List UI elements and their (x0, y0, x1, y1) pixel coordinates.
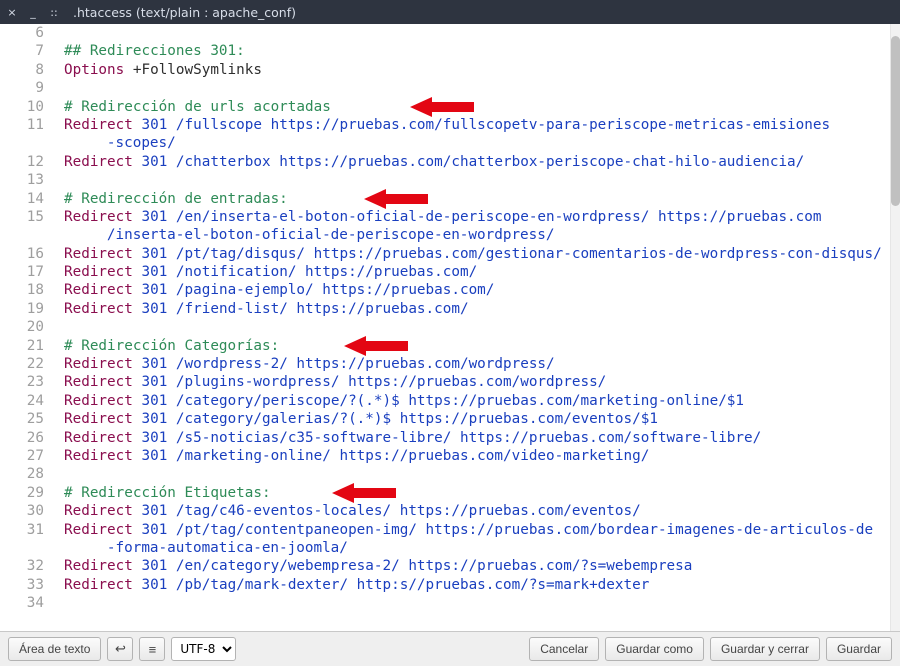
line-number: 10 (0, 98, 44, 116)
wrap-toggle-icon[interactable]: ↩ (107, 637, 133, 661)
code-editor[interactable]: 67891011 12131415 161718192021222324252627… (0, 24, 900, 631)
line-number: 15 (0, 208, 44, 226)
line-number: 11 (0, 116, 44, 134)
line-number: 23 (0, 373, 44, 391)
line-number: 13 (0, 171, 44, 189)
code-line[interactable]: Redirect 301 /category/periscope/?(.*)$ … (64, 392, 890, 410)
code-line[interactable]: Redirect 301 /marketing-online/ https://… (64, 447, 890, 465)
code-line[interactable]: Redirect 301 /s5-noticias/c35-software-l… (64, 429, 890, 447)
code-line[interactable]: ## Redirecciones 301: (64, 42, 890, 60)
maximize-icon[interactable]: :: (48, 6, 60, 18)
line-number: 28 (0, 465, 44, 483)
line-number: 34 (0, 594, 44, 612)
line-number: 30 (0, 502, 44, 520)
cancel-button[interactable]: Cancelar (529, 637, 599, 661)
code-line[interactable]: Redirect 301 /pagina-ejemplo/ https://pr… (64, 281, 890, 299)
line-number: 21 (0, 337, 44, 355)
settings-icon[interactable]: ≡ (139, 637, 165, 661)
line-number: 12 (0, 153, 44, 171)
line-number: 26 (0, 429, 44, 447)
code-line[interactable] (64, 465, 890, 483)
line-number: 14 (0, 190, 44, 208)
close-icon[interactable]: × (6, 6, 18, 18)
line-number: 25 (0, 410, 44, 428)
line-number (0, 134, 44, 152)
code-content[interactable]: ## Redirecciones 301:Options +FollowSyml… (54, 24, 890, 613)
annotation-arrow-icon (344, 336, 408, 356)
line-number: 20 (0, 318, 44, 336)
line-number: 9 (0, 79, 44, 97)
code-line[interactable] (64, 171, 890, 189)
code-line[interactable] (64, 79, 890, 97)
code-line[interactable]: /inserta-el-boton-oficial-de-periscope-e… (64, 226, 890, 244)
text-area-button[interactable]: Área de texto (8, 637, 101, 661)
code-line[interactable]: # Redirección de urls acortadas (64, 98, 890, 116)
line-number: 33 (0, 576, 44, 594)
scrollbar-track[interactable] (890, 24, 900, 631)
line-number: 8 (0, 61, 44, 79)
save-button[interactable]: Guardar (826, 637, 892, 661)
line-number (0, 226, 44, 244)
code-line[interactable]: Redirect 301 /tag/c46-eventos-locales/ h… (64, 502, 890, 520)
line-number: 32 (0, 557, 44, 575)
title-bar: × _ :: .htaccess (text/plain : apache_co… (0, 0, 900, 24)
code-line[interactable]: -forma-automatica-en-joomla/ (64, 539, 890, 557)
line-number: 16 (0, 245, 44, 263)
code-line[interactable]: Redirect 301 /pt/tag/contentpaneopen-img… (64, 521, 890, 539)
code-line[interactable]: Options +FollowSymlinks (64, 61, 890, 79)
code-line[interactable]: Redirect 301 /fullscope https://pruebas.… (64, 116, 890, 134)
line-number: 29 (0, 484, 44, 502)
code-line[interactable]: Redirect 301 /pt/tag/disqus/ https://pru… (64, 245, 890, 263)
code-line[interactable]: Redirect 301 /friend-list/ https://prueb… (64, 300, 890, 318)
window-title: .htaccess (text/plain : apache_conf) (73, 5, 296, 20)
line-number: 24 (0, 392, 44, 410)
line-number: 17 (0, 263, 44, 281)
code-line[interactable]: Redirect 301 /chatterbox https://pruebas… (64, 153, 890, 171)
code-line[interactable]: Redirect 301 /category/galerias/?(.*)$ h… (64, 410, 890, 428)
line-number-gutter: 67891011 12131415 161718192021222324252627… (0, 24, 54, 613)
annotation-arrow-icon (410, 97, 474, 117)
code-line[interactable]: # Redirección Categorías: (64, 337, 890, 355)
code-line[interactable]: Redirect 301 /pb/tag/mark-dexter/ http:s… (64, 576, 890, 594)
annotation-arrow-icon (364, 189, 428, 209)
scrollbar-thumb[interactable] (891, 36, 900, 206)
line-number: 19 (0, 300, 44, 318)
footer-toolbar: Área de texto ↩ ≡ UTF-8 Cancelar Guardar… (0, 631, 900, 666)
code-line[interactable]: # Redirección Etiquetas: (64, 484, 890, 502)
annotation-arrow-icon (332, 483, 396, 503)
line-number: 6 (0, 24, 44, 42)
save-close-button[interactable]: Guardar y cerrar (710, 637, 820, 661)
line-number: 7 (0, 42, 44, 60)
line-number: 27 (0, 447, 44, 465)
line-number: 31 (0, 521, 44, 539)
line-number (0, 539, 44, 557)
code-line[interactable] (64, 594, 890, 612)
encoding-select[interactable]: UTF-8 (171, 637, 236, 661)
minimize-icon[interactable]: _ (27, 6, 39, 18)
code-line[interactable]: Redirect 301 /notification/ https://prue… (64, 263, 890, 281)
code-line[interactable]: -scopes/ (64, 134, 890, 152)
code-line[interactable]: Redirect 301 /wordpress-2/ https://prueb… (64, 355, 890, 373)
save-as-button[interactable]: Guardar como (605, 637, 704, 661)
code-line[interactable] (64, 318, 890, 336)
line-number: 22 (0, 355, 44, 373)
code-line[interactable]: Redirect 301 /plugins-wordpress/ https:/… (64, 373, 890, 391)
code-line[interactable]: # Redirección de entradas: (64, 190, 890, 208)
code-line[interactable] (64, 24, 890, 42)
code-line[interactable]: Redirect 301 /en/category/webempresa-2/ … (64, 557, 890, 575)
code-line[interactable]: Redirect 301 /en/inserta-el-boton-oficia… (64, 208, 890, 226)
line-number: 18 (0, 281, 44, 299)
